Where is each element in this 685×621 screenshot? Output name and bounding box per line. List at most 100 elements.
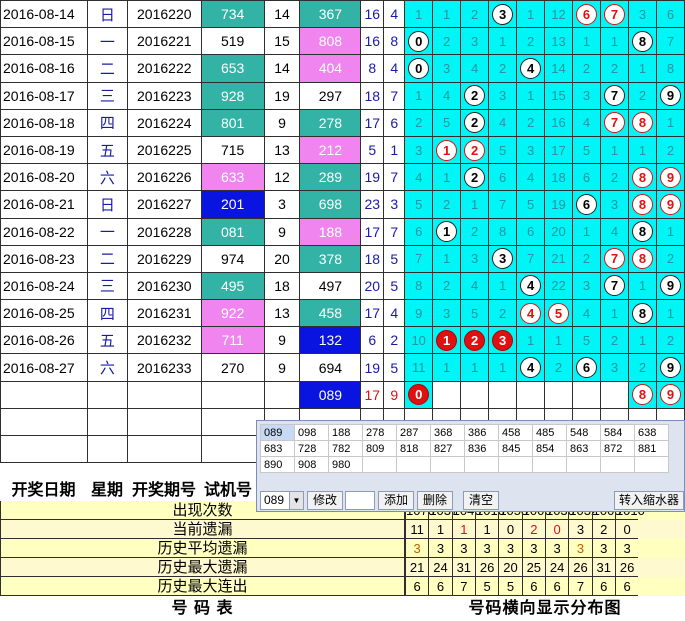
popup-number[interactable]: 683 — [260, 440, 295, 457]
popup-number[interactable] — [634, 456, 669, 473]
popup-number[interactable]: 728 — [294, 440, 329, 457]
popup-number[interactable]: 485 — [532, 424, 567, 441]
cell-prize: 297 — [299, 81, 362, 110]
distribution-cell: 3 — [516, 135, 546, 165]
distribution-cell: 1 — [404, 0, 434, 29]
popup-number[interactable]: 278 — [362, 424, 397, 441]
cell-prize: 694 — [299, 353, 362, 382]
popup-number[interactable]: 386 — [464, 424, 499, 441]
distribution-cell: 4 — [572, 108, 601, 137]
popup-number[interactable]: 098 — [294, 424, 329, 441]
popup-number[interactable]: 089 — [260, 424, 295, 441]
distribution-cell: 1 — [572, 27, 601, 56]
popup-number[interactable] — [396, 456, 431, 473]
popup-number[interactable]: 845 — [498, 440, 533, 457]
popup-number[interactable]: 836 — [464, 440, 499, 457]
stat-value: 3 — [544, 539, 569, 558]
popup-number[interactable]: 881 — [634, 440, 669, 457]
stat-value: 25 — [521, 558, 545, 577]
distribution-cell: 9 — [655, 271, 685, 301]
distribution-cell: 3 — [432, 54, 462, 83]
popup-number[interactable]: 368 — [430, 424, 465, 441]
popup-number[interactable]: 809 — [362, 440, 397, 457]
popup-number[interactable]: 458 — [498, 424, 533, 441]
cell-span: 9 — [263, 353, 301, 382]
distribution-cell: 8 — [627, 108, 657, 137]
popup-number[interactable] — [498, 456, 533, 473]
shrink-button[interactable]: 转入缩水器 — [614, 491, 684, 510]
distribution-cell: 6 — [572, 353, 601, 382]
number-popup[interactable]: 089 098 188 278 287 368 386 458 485 548 584 638 683 7… — [256, 420, 685, 512]
popup-number[interactable]: 863 — [566, 440, 601, 457]
distribution-cell: 1 — [572, 217, 601, 246]
popup-number[interactable]: 980 — [328, 456, 363, 473]
stat-value: 6 — [544, 577, 569, 596]
popup-number[interactable] — [430, 456, 465, 473]
distribution-cell: 2 — [516, 27, 546, 56]
distribution-cell — [516, 380, 546, 409]
number-select-value: 089 — [264, 493, 285, 507]
cell-week: 二 — [86, 54, 128, 83]
distribution-cell: 3 — [432, 299, 462, 328]
popup-number[interactable] — [532, 456, 567, 473]
stat-value: 3 — [474, 539, 499, 558]
distribution-cell: 2 — [599, 163, 629, 192]
number-input[interactable] — [345, 491, 375, 510]
popup-number[interactable]: 188 — [328, 424, 363, 441]
cell-week: 五 — [86, 326, 128, 355]
cell-date: 2016-08-24 — [0, 271, 88, 301]
distribution-cell: 1 — [488, 271, 518, 301]
popup-number[interactable] — [362, 456, 397, 473]
popup-number[interactable]: 854 — [532, 440, 567, 457]
distribution-cell — [460, 380, 490, 409]
distribution-cell: 7 — [404, 244, 434, 273]
cell-sum: 17 — [360, 217, 385, 246]
distribution-cell: 2 — [432, 27, 462, 56]
popup-number[interactable] — [566, 456, 601, 473]
cell-issue: 2016222 — [126, 54, 202, 83]
distribution-cell: 1 — [432, 135, 462, 165]
distribution-cell: 3 — [460, 27, 490, 56]
distribution-cell: 1 — [599, 299, 629, 328]
chevron-down-icon[interactable]: ▼ — [289, 492, 303, 509]
popup-number[interactable]: 287 — [396, 424, 431, 441]
popup-number[interactable]: 827 — [430, 440, 465, 457]
popup-number[interactable]: 548 — [566, 424, 601, 441]
stat-value: 1 — [451, 520, 475, 539]
header-week: 星期 — [90, 482, 123, 499]
table-row: 2016-08-21 日 2016227 201 3 698 23 3 5 2 1 7 5 19 6 3 8 9 — [0, 190, 685, 219]
popup-number[interactable]: 818 — [396, 440, 431, 457]
popup-number[interactable]: 584 — [600, 424, 635, 441]
distribution-cell: 5 — [572, 326, 601, 355]
table-row: 2016-08-17 三 2016223 928 19 297 18 7 1 4 2 3 1 15 3 7 2 9 — [0, 81, 685, 110]
popup-number[interactable] — [464, 456, 499, 473]
ball-marker: 2 — [464, 139, 486, 161]
distribution-cell: 6 — [516, 217, 546, 246]
modify-button[interactable]: 修改 — [307, 491, 343, 510]
distribution-cell: 8 — [627, 190, 657, 219]
table-row: 2016-08-26 五 2016232 711 9 132 6 2 10 1 2 3 1 1 5 2 1 2 — [0, 326, 685, 355]
clear-button[interactable]: 清空 — [463, 491, 499, 510]
popup-number[interactable]: 638 — [634, 424, 669, 441]
empty-cell — [0, 434, 88, 464]
empty-cell — [263, 380, 301, 409]
table-row: 2016-08-25 四 2016231 922 13 458 17 4 9 3 5 2 4 5 4 1 8 1 — [0, 299, 685, 328]
cell-issue: 2016229 — [126, 244, 202, 273]
popup-number[interactable]: 890 — [260, 456, 295, 473]
distribution-cell: 11 — [404, 353, 434, 382]
cell-sum: 6 — [360, 326, 385, 355]
delete-button[interactable]: 删除 — [417, 491, 453, 510]
popup-number[interactable]: 872 — [600, 440, 635, 457]
popup-number[interactable]: 908 — [294, 456, 329, 473]
cell-issue: 2016232 — [126, 326, 202, 355]
distribution-cell: 2 — [460, 135, 490, 165]
popup-number[interactable]: 782 — [328, 440, 363, 457]
cell-issue: 2016224 — [126, 108, 202, 137]
cell-pw: 5 — [383, 353, 406, 382]
table-row: 2016-08-27 六 2016233 270 9 694 19 5 11 1 1 1 4 2 6 3 2 9 — [0, 353, 685, 382]
ball-marker: 1 — [436, 139, 458, 161]
cell-prize: 289 — [299, 163, 362, 192]
popup-number[interactable] — [600, 456, 635, 473]
number-select[interactable]: 089 ▼ — [260, 491, 304, 510]
add-button[interactable]: 添加 — [378, 491, 414, 510]
